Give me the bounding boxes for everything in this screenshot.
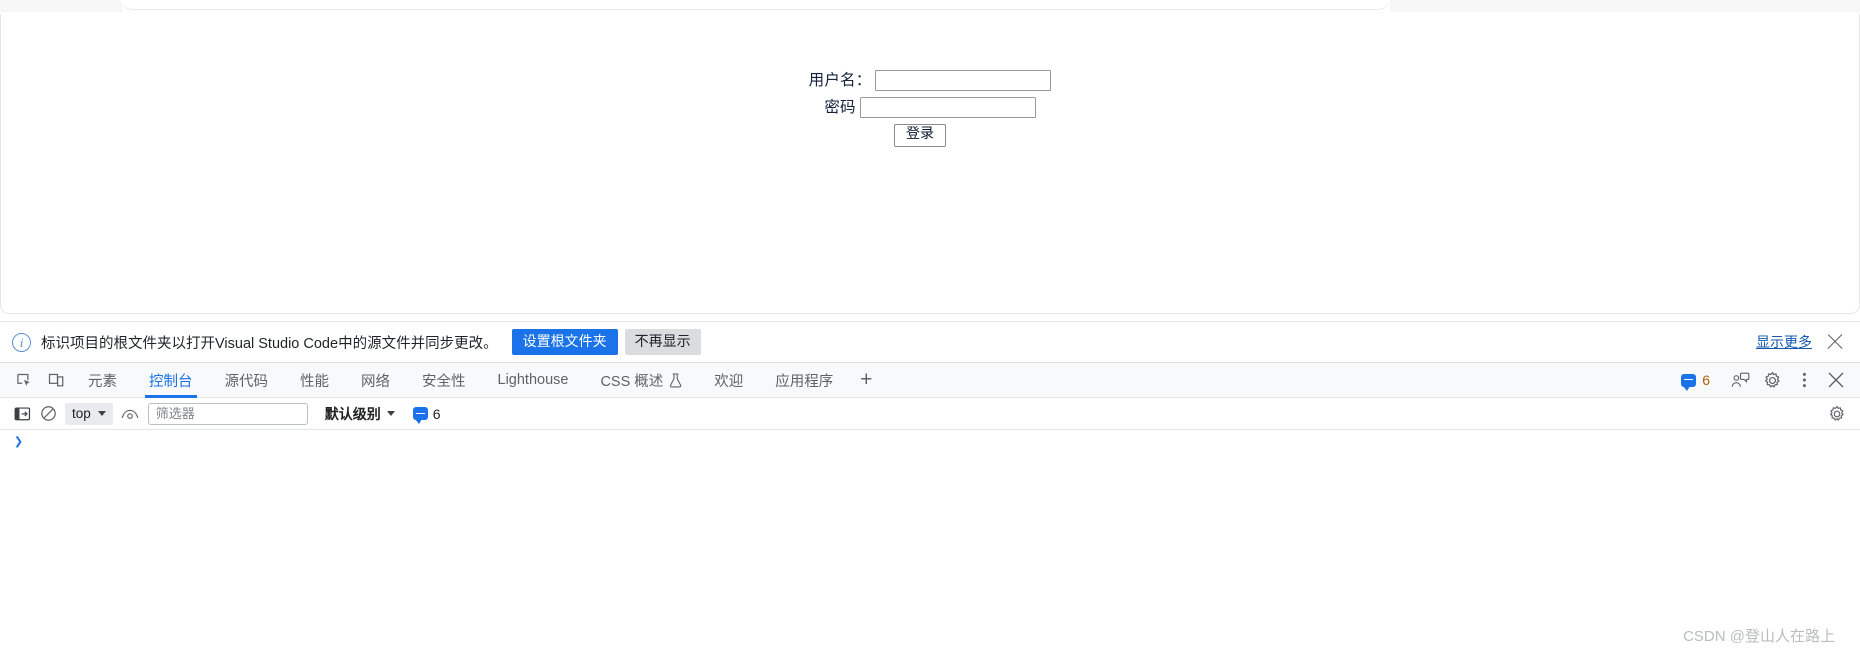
tab-performance[interactable]: 性能 [284, 363, 345, 398]
tab-security[interactable]: 安全性 [406, 363, 482, 398]
tab-application[interactable]: 应用程序 [759, 363, 849, 398]
inspect-element-icon[interactable] [8, 365, 40, 395]
execution-context-label: top [72, 406, 91, 421]
username-input[interactable] [875, 70, 1052, 91]
dont-show-again-button[interactable]: 不再显示 [624, 328, 701, 356]
issues-count: 6 [1702, 372, 1710, 388]
browser-chrome-strip [0, 0, 1860, 14]
tab-label: 元素 [88, 373, 117, 390]
eye-icon[interactable] [117, 401, 143, 427]
tab-network[interactable]: 网络 [345, 363, 406, 398]
console-sidebar-icon[interactable] [9, 401, 35, 427]
password-input[interactable] [859, 97, 1036, 118]
password-row: 密码 [1, 97, 1859, 118]
username-row: 用户名： [1, 70, 1859, 91]
notice-message: 标识项目的根文件夹以打开Visual Studio Code中的源文件并同步更改… [41, 335, 498, 352]
issues-speech-icon [412, 407, 428, 424]
console-message-area[interactable]: ❯ [0, 430, 1860, 654]
clear-console-icon[interactable] [35, 401, 61, 427]
tab-label: 性能 [300, 373, 329, 390]
tab-label: 应用程序 [775, 373, 834, 390]
tab-label: 欢迎 [714, 373, 744, 390]
set-root-folder-button[interactable]: 设置根文件夹 [511, 328, 618, 356]
log-level-selector[interactable]: 默认级别 [325, 404, 395, 424]
tab-welcome[interactable]: 欢迎 [698, 363, 759, 398]
tab-lighthouse[interactable]: Lighthouse [482, 363, 585, 398]
log-level-label: 默认级别 [324, 405, 381, 422]
chrome-right-background [1390, 0, 1860, 12]
console-issues-count: 6 [432, 405, 441, 422]
devtools-tab-bar: 元素 控制台 源代码 性能 网络 安全性 Lighthouse CSS 概述 欢… [0, 363, 1860, 398]
login-form: 用户名： 密码 登录 [1, 70, 1859, 153]
execution-context-selector[interactable]: top [65, 402, 113, 425]
add-panel-button[interactable]: + [849, 363, 883, 397]
settings-gear-icon[interactable] [1756, 364, 1788, 396]
show-more-link[interactable]: 显示更多 [1756, 332, 1812, 352]
more-options-icon[interactable] [1788, 364, 1820, 396]
console-toolbar: top 默认级别 6 [0, 398, 1860, 430]
page-viewport: 用户名： 密码 登录 [0, 14, 1860, 314]
tab-elements[interactable]: 元素 [72, 363, 133, 398]
tab-label: 网络 [361, 373, 390, 390]
tab-label: 控制台 [149, 373, 193, 390]
tab-label: Lighthouse [497, 372, 569, 388]
beaker-icon [669, 372, 682, 388]
tab-css-overview[interactable]: CSS 概述 [584, 363, 698, 398]
tab-label: 安全性 [422, 373, 466, 390]
login-button[interactable]: 登录 [894, 124, 946, 148]
console-filter-input[interactable] [147, 402, 308, 425]
close-devtools-icon[interactable] [1820, 364, 1852, 396]
console-issues-badge[interactable]: 6 [412, 405, 441, 424]
tab-sources[interactable]: 源代码 [209, 363, 285, 398]
issues-badge[interactable]: 6 [1681, 372, 1710, 391]
device-toolbar-icon[interactable] [40, 365, 72, 395]
chevron-down-icon [97, 411, 106, 416]
password-label: 密码 [824, 98, 856, 116]
console-settings-gear-icon[interactable] [1824, 401, 1850, 427]
watermark: CSDN @登山人在路上 [1683, 628, 1835, 645]
feedback-icon[interactable] [1724, 364, 1756, 396]
issues-speech-icon [1681, 373, 1697, 391]
chrome-left-background [0, 0, 122, 12]
active-browser-tab[interactable] [120, 0, 1390, 10]
info-circle-icon: i [12, 332, 31, 352]
workspace-notice-bar: i 标识项目的根文件夹以打开Visual Studio Code中的源文件并同步… [0, 321, 1860, 363]
tab-label: 源代码 [224, 373, 269, 390]
close-icon[interactable] [1826, 333, 1844, 351]
tab-console[interactable]: 控制台 [133, 363, 209, 398]
username-label: 用户名： [808, 71, 872, 89]
submit-row: 登录 [1, 124, 1859, 148]
console-prompt-row[interactable]: ❯ [0, 430, 1860, 452]
tab-label: CSS 概述 [600, 373, 664, 390]
console-prompt-caret-icon: ❯ [14, 433, 24, 451]
chevron-down-icon [386, 411, 395, 416]
